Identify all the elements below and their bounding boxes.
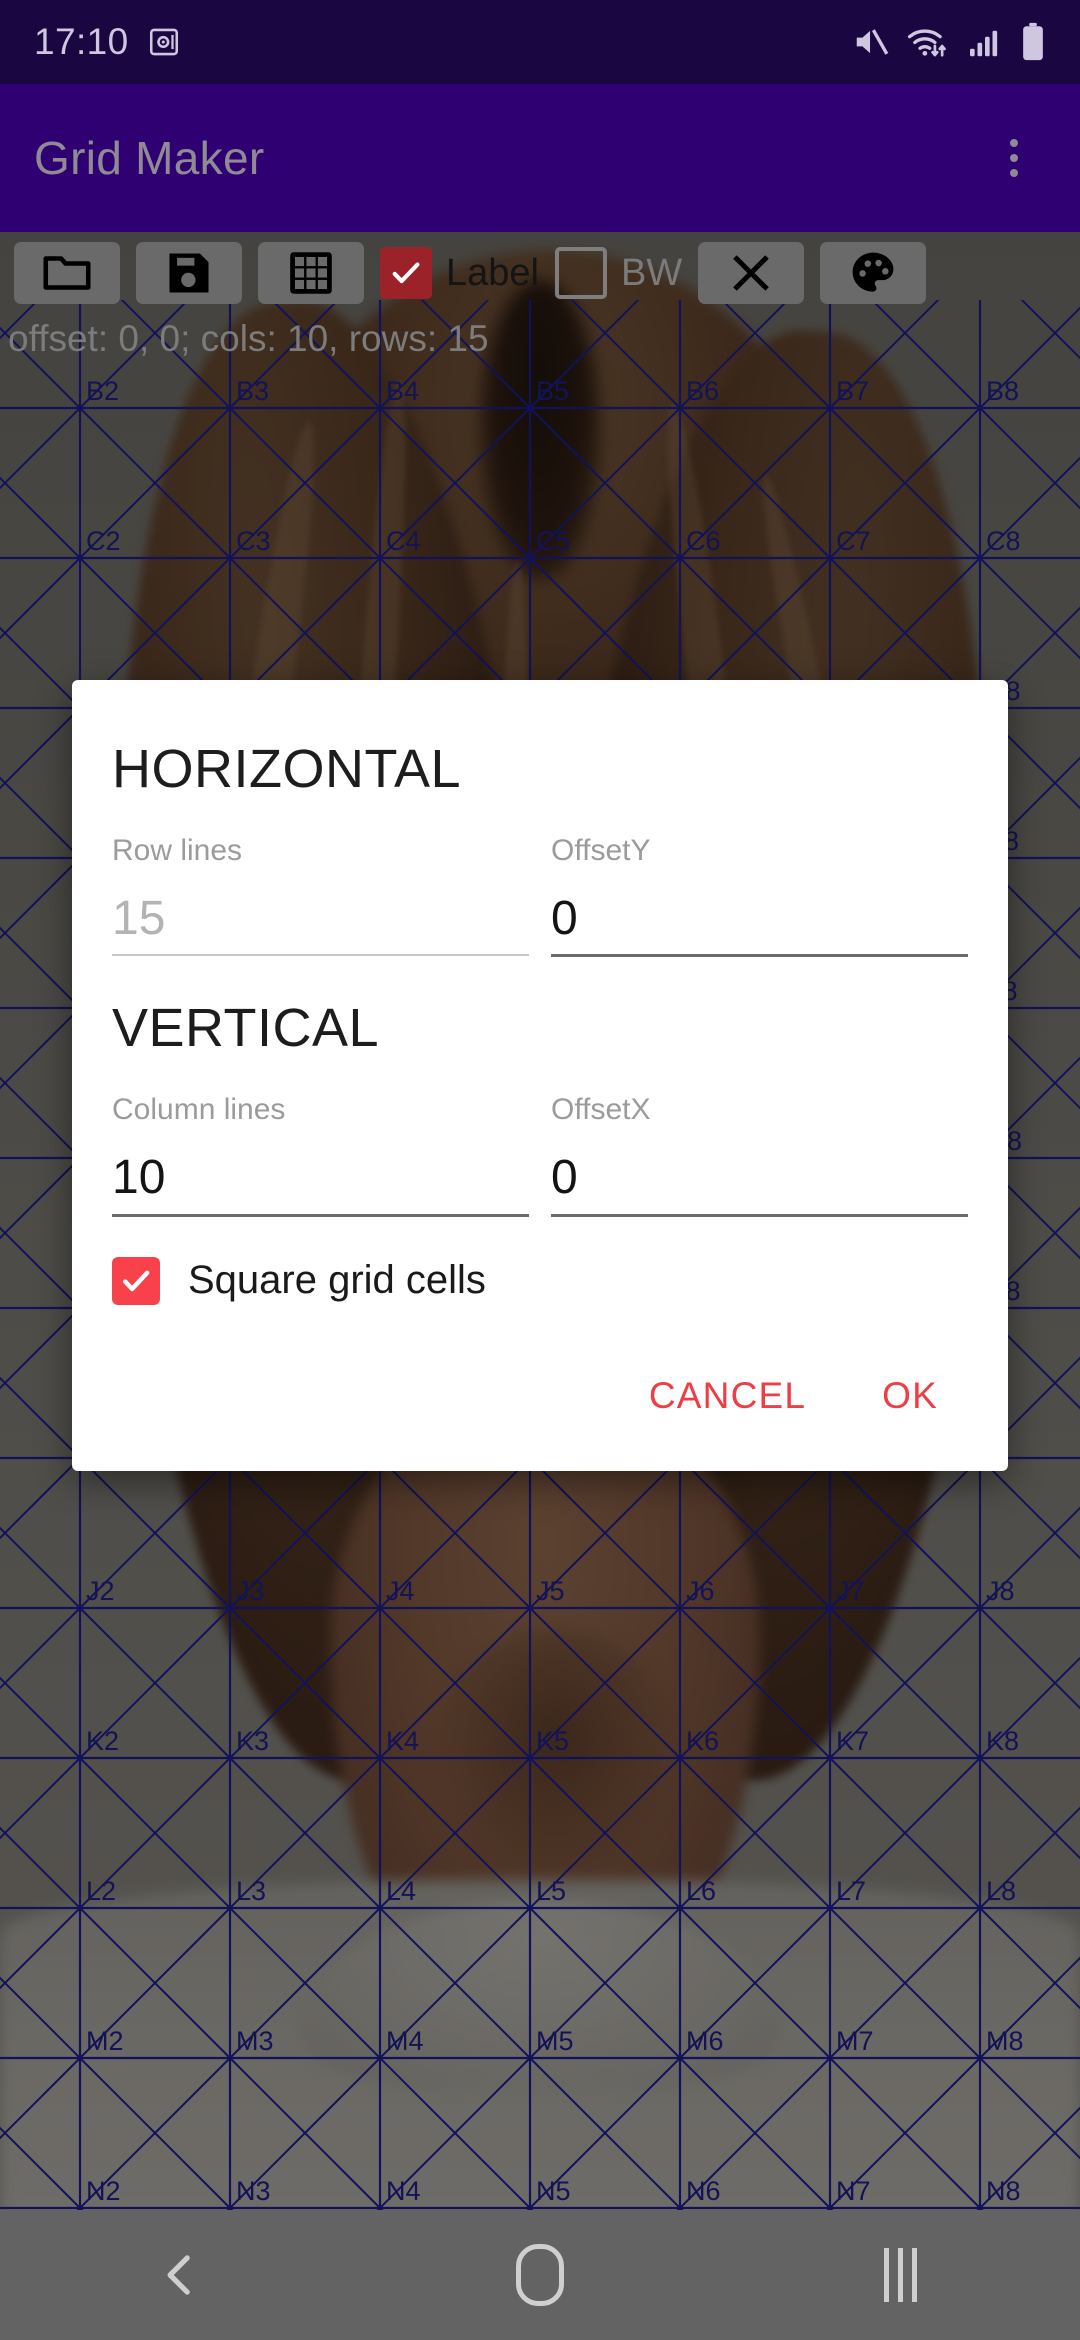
grid-settings-button[interactable] [258, 242, 364, 304]
navigation-bar [0, 2210, 1080, 2340]
column-lines-field[interactable]: Column lines 10 [112, 1093, 529, 1217]
status-bar: 17:10 [0, 0, 1080, 84]
safe-box-icon [149, 28, 178, 56]
offset-info-text: offset: 0, 0; cols: 10, rows: 15 [8, 318, 489, 359]
offset-y-field[interactable]: OffsetY 0 [551, 834, 968, 958]
offset-x-input[interactable]: 0 [551, 1153, 968, 1213]
battery-icon [1023, 22, 1043, 61]
offset-x-underline [551, 1213, 968, 1217]
x-icon [733, 255, 770, 291]
offset-y-underline [551, 954, 968, 958]
offset-x-label: OffsetX [551, 1093, 651, 1127]
phone-screen: B1B2B3B4B5B6B7B8B9C1C2C3C4C5C6C7C8C9D1D2… [0, 0, 1080, 2340]
palette-icon [852, 252, 894, 292]
square-grid-cells-row[interactable]: Square grid cells [112, 1256, 968, 1305]
clear-grid-button[interactable] [698, 242, 805, 304]
bw-checkbox-text: BW [620, 251, 683, 294]
toolbar: Label BW [0, 232, 1080, 314]
vertical-fields-row: Column lines 10 OffsetX 0 [112, 1093, 968, 1217]
column-lines-underline [112, 1213, 529, 1217]
bw-checkbox[interactable] [554, 247, 607, 299]
label-checkbox-text: Label [446, 251, 539, 294]
chevron-left-icon [167, 2255, 190, 2295]
save-file-button[interactable] [136, 242, 242, 304]
wifi-icon [907, 29, 946, 57]
column-lines-label: Column lines [112, 1093, 286, 1127]
row-lines-field[interactable]: Row lines 15 [112, 834, 529, 957]
grid-icon [290, 252, 332, 294]
dialog-actions: CANCEL OK [112, 1361, 968, 1449]
vertical-section-title: VERTICAL [112, 998, 380, 1059]
offset-y-input[interactable]: 0 [551, 893, 968, 954]
offset-y-label: OffsetY [551, 834, 651, 867]
horizontal-section-title: HORIZONTAL [112, 739, 462, 799]
check-icon [392, 262, 420, 284]
horizontal-fields-row: Row lines 15 OffsetY 0 [112, 834, 968, 958]
signal-icon [970, 30, 998, 57]
label-checkbox[interactable] [380, 247, 432, 299]
color-palette-button[interactable] [820, 242, 927, 304]
open-file-button[interactable] [14, 242, 120, 304]
offset-x-field[interactable]: OffsetX 0 [551, 1093, 968, 1217]
three-bars-icon [883, 2248, 917, 2302]
app-bar: Grid Maker [0, 84, 1080, 232]
three-dots-vertical-icon[interactable] [982, 126, 1046, 190]
ok-button[interactable]: OK [862, 1361, 958, 1431]
square-grid-cells-label: Square grid cells [188, 1258, 486, 1303]
column-lines-input[interactable]: 10 [112, 1153, 529, 1213]
nav-home-button[interactable] [440, 2210, 640, 2340]
grid-settings-dialog: HORIZONTAL Row lines 15 OffsetY 0 VERTIC… [72, 680, 1008, 1471]
row-lines-label: Row lines [112, 834, 243, 867]
floppy-disk-icon [169, 253, 209, 293]
status-right-icons [852, 22, 1046, 62]
status-time: 17:10 [34, 21, 129, 62]
row-lines-input[interactable]: 15 [112, 893, 529, 954]
folder-icon [43, 256, 91, 290]
cancel-button[interactable]: CANCEL [629, 1361, 826, 1431]
mute-icon [856, 29, 889, 55]
home-rounded-rect-icon [516, 2244, 564, 2306]
page-title: Grid Maker [34, 132, 265, 184]
check-icon [122, 1270, 150, 1291]
square-grid-cells-checkbox[interactable] [112, 1256, 160, 1305]
nav-back-button[interactable] [80, 2210, 280, 2340]
label-toggle[interactable]: Label [380, 247, 539, 299]
status-left-icons [147, 25, 181, 59]
bw-toggle[interactable]: BW [554, 247, 683, 299]
nav-recents-button[interactable] [800, 2210, 1000, 2340]
row-lines-underline [112, 954, 529, 957]
